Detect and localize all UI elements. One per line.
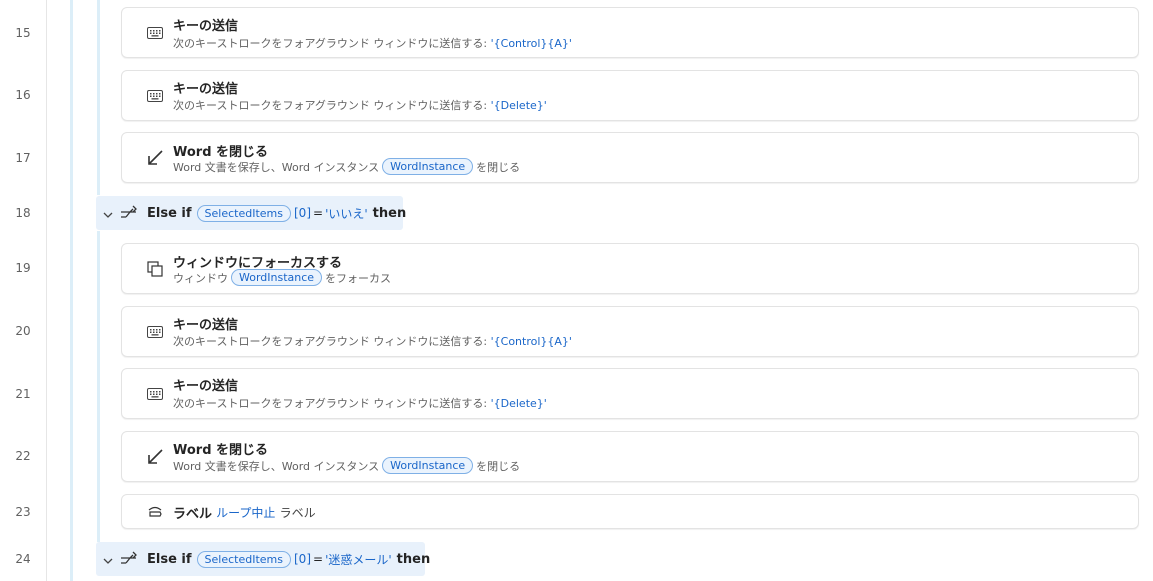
label-name: ループ中止 bbox=[216, 506, 276, 520]
operator: = bbox=[313, 206, 324, 220]
action-description: 次のキーストロークをフォアグラウンド ウィンドウに送信する: '{Delete}… bbox=[173, 97, 547, 113]
action-send-keys[interactable]: キーの送信 次のキーストロークをフォアグラウンド ウィンドウに送信する: '{C… bbox=[121, 306, 1139, 357]
description-text: 次のキーストロークをフォアグラウンド ウィンドウに送信する: bbox=[173, 99, 488, 112]
else-if-block[interactable]: Else if SelectedItems [0] = 'いいえ' then bbox=[96, 196, 406, 230]
then-keyword: then bbox=[372, 205, 407, 221]
description-text: Word 文書を保存し、Word インスタンス bbox=[173, 459, 380, 473]
line-number: 24 bbox=[15, 552, 31, 566]
description-text: を閉じる bbox=[476, 160, 521, 174]
action-title: キーの送信 bbox=[173, 82, 239, 97]
else-if-condition: Else if SelectedItems [0] = '迷惑メール' then bbox=[147, 542, 430, 576]
keyboard-icon bbox=[146, 87, 164, 105]
keys-value: '{Delete}' bbox=[490, 98, 547, 112]
variable-chip[interactable]: WordInstance bbox=[382, 158, 474, 175]
action-title: キーの送信 bbox=[173, 19, 239, 34]
description-text: をフォーカス bbox=[325, 271, 392, 285]
compare-value: 'いいえ' bbox=[325, 206, 368, 221]
compare-value: '迷惑メール' bbox=[325, 552, 392, 567]
else-if-block[interactable]: Else if SelectedItems [0] = '迷惑メール' then bbox=[96, 542, 430, 576]
variable-chip[interactable]: WordInstance bbox=[231, 269, 323, 286]
action-send-keys[interactable]: キーの送信 次のキーストロークをフォアグラウンド ウィンドウに送信する: '{D… bbox=[121, 368, 1139, 419]
close-arrow-icon bbox=[146, 149, 164, 167]
index-value: [0] bbox=[294, 552, 311, 566]
else-if-keyword: Else if bbox=[147, 205, 192, 221]
action-title: ラベル bbox=[173, 507, 213, 522]
line-number-gutter: 15 16 17 18 19 20 21 22 23 24 bbox=[0, 0, 47, 581]
keyboard-icon bbox=[146, 323, 164, 341]
action-title: キーの送信 bbox=[173, 379, 239, 394]
focus-window-icon bbox=[146, 260, 164, 278]
description-text: 次のキーストロークをフォアグラウンド ウィンドウに送信する: bbox=[173, 335, 488, 348]
keys-value: '{Control}{A}' bbox=[490, 334, 572, 348]
description-text: Word 文書を保存し、Word インスタンス bbox=[173, 160, 380, 174]
index-value: [0] bbox=[294, 206, 311, 220]
line-number: 21 bbox=[15, 387, 31, 401]
keyboard-icon bbox=[146, 24, 164, 42]
block-rail-inner bbox=[97, 231, 100, 542]
action-description: 次のキーストロークをフォアグラウンド ウィンドウに送信する: '{Delete}… bbox=[173, 395, 547, 411]
action-close-word[interactable]: Word を閉じる Word 文書を保存し、Word インスタンス WordIn… bbox=[121, 431, 1139, 482]
description-text: を閉じる bbox=[476, 459, 521, 473]
label-row: ラベル ループ中止 ラベル bbox=[173, 503, 316, 522]
action-description: Word 文書を保存し、Word インスタンス WordInstance を閉じ… bbox=[173, 457, 520, 474]
description-text: 次のキーストロークをフォアグラウンド ウィンドウに送信する: bbox=[173, 37, 488, 50]
line-number: 22 bbox=[15, 449, 31, 463]
line-number: 15 bbox=[15, 26, 31, 40]
label-icon bbox=[146, 503, 164, 521]
line-number: 19 bbox=[15, 261, 31, 275]
line-number: 20 bbox=[15, 324, 31, 338]
branch-icon bbox=[120, 550, 138, 570]
variable-chip[interactable]: SelectedItems bbox=[196, 550, 291, 568]
close-arrow-icon bbox=[146, 448, 164, 466]
action-focus-window[interactable]: ウィンドウにフォーカスする ウィンドウ WordInstance をフォーカス bbox=[121, 243, 1139, 294]
action-description: Word 文書を保存し、Word インスタンス WordInstance を閉じ… bbox=[173, 158, 520, 175]
line-number: 23 bbox=[15, 505, 31, 519]
action-description: 次のキーストロークをフォアグラウンド ウィンドウに送信する: '{Control… bbox=[173, 333, 572, 349]
action-label[interactable]: ラベル ループ中止 ラベル bbox=[121, 494, 1139, 529]
description-text: ウィンドウ bbox=[173, 271, 228, 285]
branch-icon bbox=[120, 204, 138, 224]
action-send-keys[interactable]: キーの送信 次のキーストロークをフォアグラウンド ウィンドウに送信する: '{C… bbox=[121, 7, 1139, 58]
variable-chip[interactable]: SelectedItems bbox=[196, 204, 291, 222]
action-title: キーの送信 bbox=[173, 318, 239, 333]
else-if-keyword: Else if bbox=[147, 551, 192, 567]
line-number: 18 bbox=[15, 206, 31, 220]
line-number: 16 bbox=[15, 88, 31, 102]
chevron-down-icon[interactable] bbox=[102, 206, 114, 225]
label-suffix: ラベル bbox=[279, 506, 316, 520]
then-keyword: then bbox=[396, 551, 431, 567]
action-title: Word を閉じる bbox=[173, 443, 269, 458]
block-rail-inner bbox=[97, 0, 100, 195]
line-number: 17 bbox=[15, 151, 31, 165]
else-if-condition: Else if SelectedItems [0] = 'いいえ' then bbox=[147, 196, 406, 230]
description-text: 次のキーストロークをフォアグラウンド ウィンドウに送信する: bbox=[173, 397, 488, 410]
action-close-word[interactable]: Word を閉じる Word 文書を保存し、Word インスタンス WordIn… bbox=[121, 132, 1139, 183]
variable-chip[interactable]: WordInstance bbox=[382, 457, 474, 474]
chevron-down-icon[interactable] bbox=[102, 552, 114, 571]
operator: = bbox=[313, 552, 324, 566]
keys-value: '{Control}{A}' bbox=[490, 36, 572, 50]
keyboard-icon bbox=[146, 385, 164, 403]
keys-value: '{Delete}' bbox=[490, 396, 547, 410]
block-rail-outer bbox=[70, 0, 73, 581]
action-description: ウィンドウ WordInstance をフォーカス bbox=[173, 269, 391, 286]
action-send-keys[interactable]: キーの送信 次のキーストロークをフォアグラウンド ウィンドウに送信する: '{D… bbox=[121, 70, 1139, 121]
action-description: 次のキーストロークをフォアグラウンド ウィンドウに送信する: '{Control… bbox=[173, 35, 572, 51]
